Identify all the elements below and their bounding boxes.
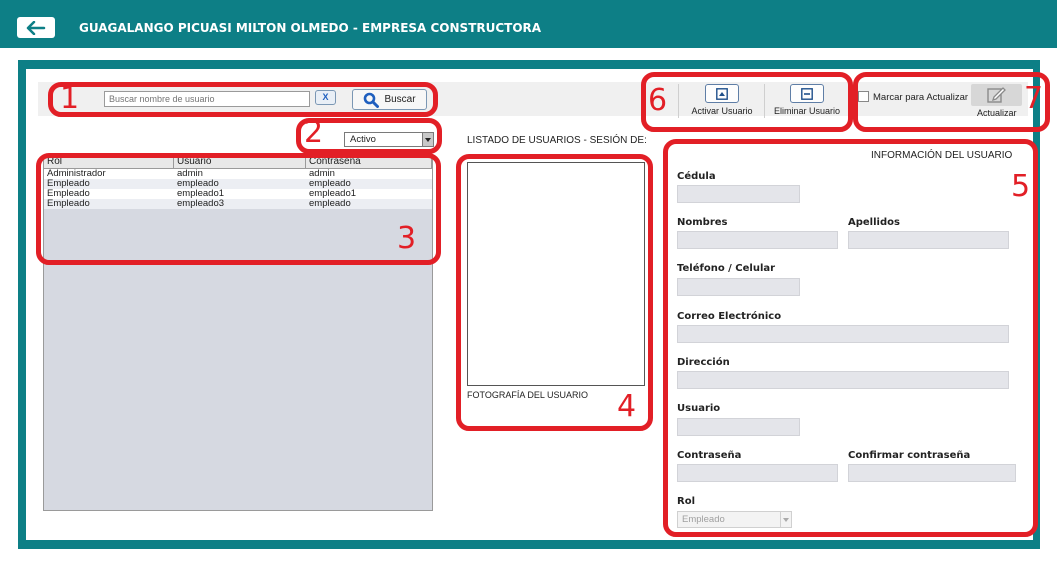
callout-number-1: 1 [60,81,80,116]
top-bar: GUAGALANGO PICUASI MILTON OLMEDO - EMPRE… [0,0,1057,48]
arrow-left-icon [26,20,46,35]
callout-number-5: 5 [1011,169,1031,204]
callout-number-3: 3 [397,221,417,256]
callout-number-2: 2 [304,115,324,150]
callout-box-6 [641,72,853,132]
callout-box-5 [663,139,1038,537]
back-button[interactable] [17,17,55,38]
callout-box-7 [853,72,1050,132]
callout-number-6: 6 [648,83,668,118]
callout-box-3 [36,153,441,265]
callout-box-1 [48,82,438,117]
callout-number-4: 4 [617,389,637,424]
app-title: GUAGALANGO PICUASI MILTON OLMEDO - EMPRE… [79,21,542,35]
callout-number-7: 7 [1024,81,1044,116]
list-title: LISTADO DE USUARIOS - SESIÓN DE: [467,135,647,146]
